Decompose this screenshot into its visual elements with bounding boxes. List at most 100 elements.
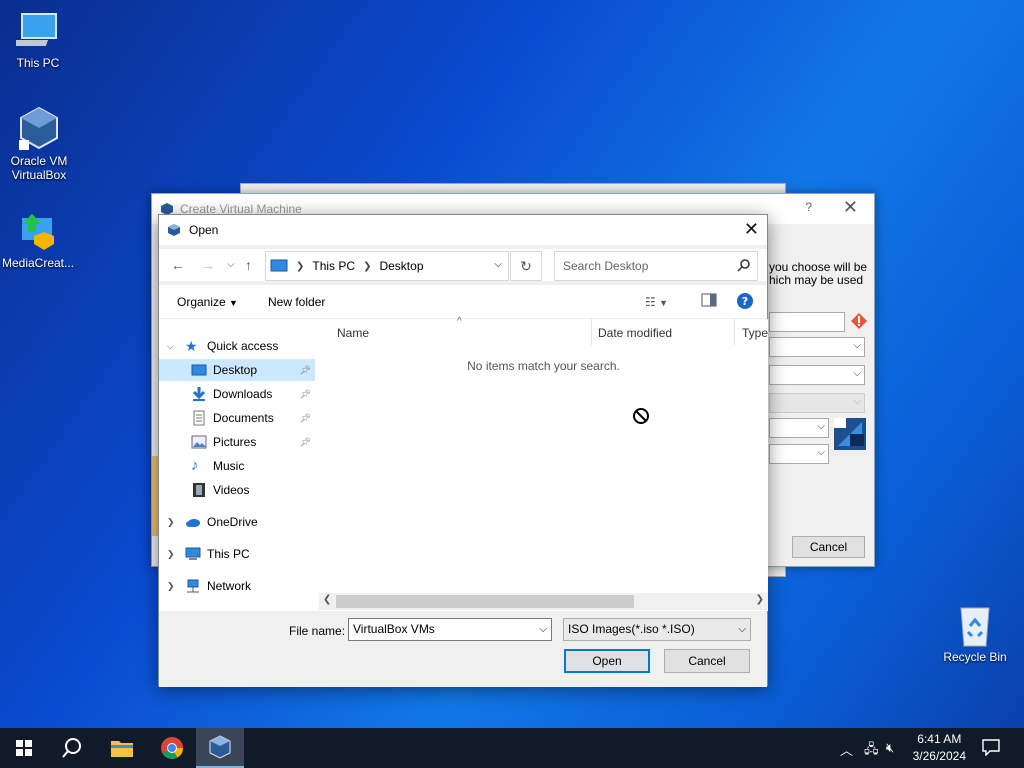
- file-name-input[interactable]: VirtualBox VMs ⌵: [348, 618, 552, 641]
- cancel-button[interactable]: Cancel: [664, 649, 750, 673]
- file-name-label: File name:: [289, 624, 346, 638]
- empty-message: No items match your search.: [467, 359, 620, 373]
- dialog-footer: File name: VirtualBox VMs ⌵ ISO Images(*…: [159, 611, 767, 687]
- address-bar[interactable]: ❯ This PC ❯ Desktop ⌵: [265, 251, 509, 281]
- iso-image-field[interactable]: ⌵: [769, 365, 865, 385]
- media-creation-tool-icon: [22, 214, 54, 250]
- refresh-button[interactable]: ↻: [510, 251, 542, 281]
- clock[interactable]: 6:41 AM 3/26/2024: [913, 731, 966, 765]
- chrome-button[interactable]: [148, 728, 196, 768]
- nav-item-desktop[interactable]: Desktop 📌︎: [159, 359, 315, 381]
- change-view-icon[interactable]: ☷ ▼: [645, 295, 668, 309]
- column-header-type[interactable]: Type: [742, 326, 768, 340]
- create-vm-description: you choose will be hich may be used: [769, 261, 868, 287]
- chevron-up-icon[interactable]: ︿: [840, 740, 853, 759]
- desktop-icon-virtualbox[interactable]: Oracle VM VirtualBox: [0, 106, 78, 182]
- open-dialog-title: Open: [189, 223, 219, 237]
- column-header-date-modified[interactable]: Date modified: [598, 326, 672, 340]
- expand-chevron-icon[interactable]: ❯: [167, 517, 175, 528]
- file-explorer-button[interactable]: [98, 728, 146, 768]
- search-placeholder: Search Desktop: [563, 259, 649, 273]
- this-pc-icon: [185, 546, 201, 562]
- new-folder-button[interactable]: New folder: [268, 295, 325, 309]
- scrollbar-thumb[interactable]: [336, 595, 634, 608]
- chevron-down-icon: ⌵: [817, 447, 825, 458]
- clock-date: 3/26/2024: [912, 749, 966, 763]
- desktop-icon-label: MediaCreat...: [1, 256, 75, 270]
- close-icon[interactable]: ✕: [843, 197, 858, 218]
- this-pc-icon: [270, 259, 288, 272]
- recent-locations-chevron-icon[interactable]: ⌵: [227, 259, 235, 270]
- network-icon: [185, 578, 201, 594]
- sort-ascending-icon: ^: [457, 316, 462, 327]
- nav-network[interactable]: Network: [185, 575, 251, 597]
- star-icon: ★: [185, 338, 198, 354]
- back-arrow-icon[interactable]: ←: [171, 257, 185, 273]
- search-input[interactable]: Search Desktop: [554, 251, 758, 281]
- chevron-down-icon: ⌵: [817, 421, 825, 432]
- forward-arrow-icon[interactable]: →: [201, 257, 215, 273]
- virtualbox-taskbar-button[interactable]: [196, 728, 244, 768]
- nav-onedrive[interactable]: OneDrive: [185, 511, 258, 533]
- breadcrumb-this-pc[interactable]: This PC: [312, 259, 355, 273]
- type-field[interactable]: ⌵: [769, 418, 829, 438]
- pictures-icon: [191, 434, 207, 450]
- expand-chevron-icon[interactable]: ⌵: [167, 341, 174, 352]
- edition-field: ⌵: [769, 393, 865, 413]
- chrome-icon: [161, 737, 183, 759]
- svg-text:?: ?: [742, 295, 748, 308]
- command-bar: Organize ▼ New folder ☷ ▼ ?: [159, 285, 767, 319]
- organize-button[interactable]: Organize ▼: [177, 295, 238, 309]
- desktop-icon-this-pc[interactable]: This PC: [0, 10, 76, 70]
- taskbar: ︿ 🖧︎ 🔇︎ 6:41 AM 3/26/2024: [0, 728, 1024, 768]
- up-arrow-icon[interactable]: ↑: [245, 257, 252, 273]
- column-divider: [734, 319, 735, 345]
- network-status-icon[interactable]: 🖧︎: [864, 740, 879, 762]
- desktop-icon-recycle-bin[interactable]: Recycle Bin: [937, 602, 1013, 664]
- open-button[interactable]: Open: [564, 649, 650, 673]
- search-button[interactable]: [48, 728, 96, 768]
- help-icon[interactable]: ?: [736, 292, 754, 313]
- virtualbox-icon: [168, 224, 180, 236]
- pin-icon: 📌︎: [299, 388, 311, 399]
- close-icon[interactable]: ✕: [744, 219, 759, 239]
- start-button[interactable]: [0, 728, 48, 768]
- navigation-bar: ← → ⌵ ↑ ❯ This PC ❯ Desktop ⌵ ↻ Search D…: [159, 249, 767, 281]
- nav-quick-access[interactable]: ★ Quick access: [185, 335, 278, 357]
- preview-pane-icon[interactable]: [701, 293, 717, 310]
- nav-item-pictures[interactable]: Pictures 📌︎: [159, 431, 315, 453]
- music-icon: ♪: [191, 457, 199, 474]
- column-header-name[interactable]: Name: [337, 326, 369, 340]
- notifications-icon[interactable]: [982, 738, 1000, 759]
- version-field[interactable]: ⌵: [769, 444, 829, 464]
- scroll-left-icon[interactable]: ❮: [323, 594, 331, 605]
- breadcrumb-separator-icon: ❯: [363, 260, 372, 272]
- file-type-select[interactable]: ISO Images(*.iso *.ISO) ⌵: [563, 618, 751, 641]
- open-dialog-titlebar: Open: [159, 215, 767, 245]
- desktop-icon-media-creation[interactable]: MediaCreat...: [0, 210, 76, 270]
- navigation-pane: ⌵ ★ Quick access Desktop 📌︎ Downloads 📌︎…: [159, 319, 319, 611]
- nav-item-music[interactable]: ♪ Music: [159, 455, 315, 477]
- nav-item-downloads[interactable]: Downloads 📌︎: [159, 383, 315, 405]
- clock-time: 6:41 AM: [917, 732, 962, 746]
- nav-item-documents[interactable]: Documents 📌︎: [159, 407, 315, 429]
- chevron-down-icon[interactable]: ⌵: [494, 259, 502, 270]
- help-icon[interactable]: ?: [805, 200, 812, 214]
- volume-muted-icon[interactable]: 🔇︎: [886, 740, 894, 756]
- chevron-down-icon[interactable]: ⌵: [539, 619, 547, 640]
- expand-chevron-icon[interactable]: ❯: [167, 581, 175, 592]
- folder-field[interactable]: ⌵: [769, 337, 865, 357]
- column-divider: [591, 319, 592, 345]
- nav-item-videos[interactable]: Videos: [159, 479, 315, 501]
- breadcrumb-desktop[interactable]: Desktop: [379, 259, 423, 273]
- desktop-icon-label: This PC: [16, 56, 60, 70]
- virtualbox-icon: [19, 106, 58, 150]
- refresh-icon: ↻: [520, 258, 532, 274]
- horizontal-scrollbar[interactable]: ❮ ❯: [319, 593, 768, 610]
- create-vm-cancel-button[interactable]: Cancel: [792, 536, 865, 558]
- nav-this-pc[interactable]: This PC: [185, 543, 250, 565]
- pin-icon: 📌︎: [299, 436, 311, 447]
- expand-chevron-icon[interactable]: ❯: [167, 549, 175, 560]
- name-field[interactable]: [769, 312, 845, 332]
- scroll-right-icon[interactable]: ❯: [756, 594, 764, 605]
